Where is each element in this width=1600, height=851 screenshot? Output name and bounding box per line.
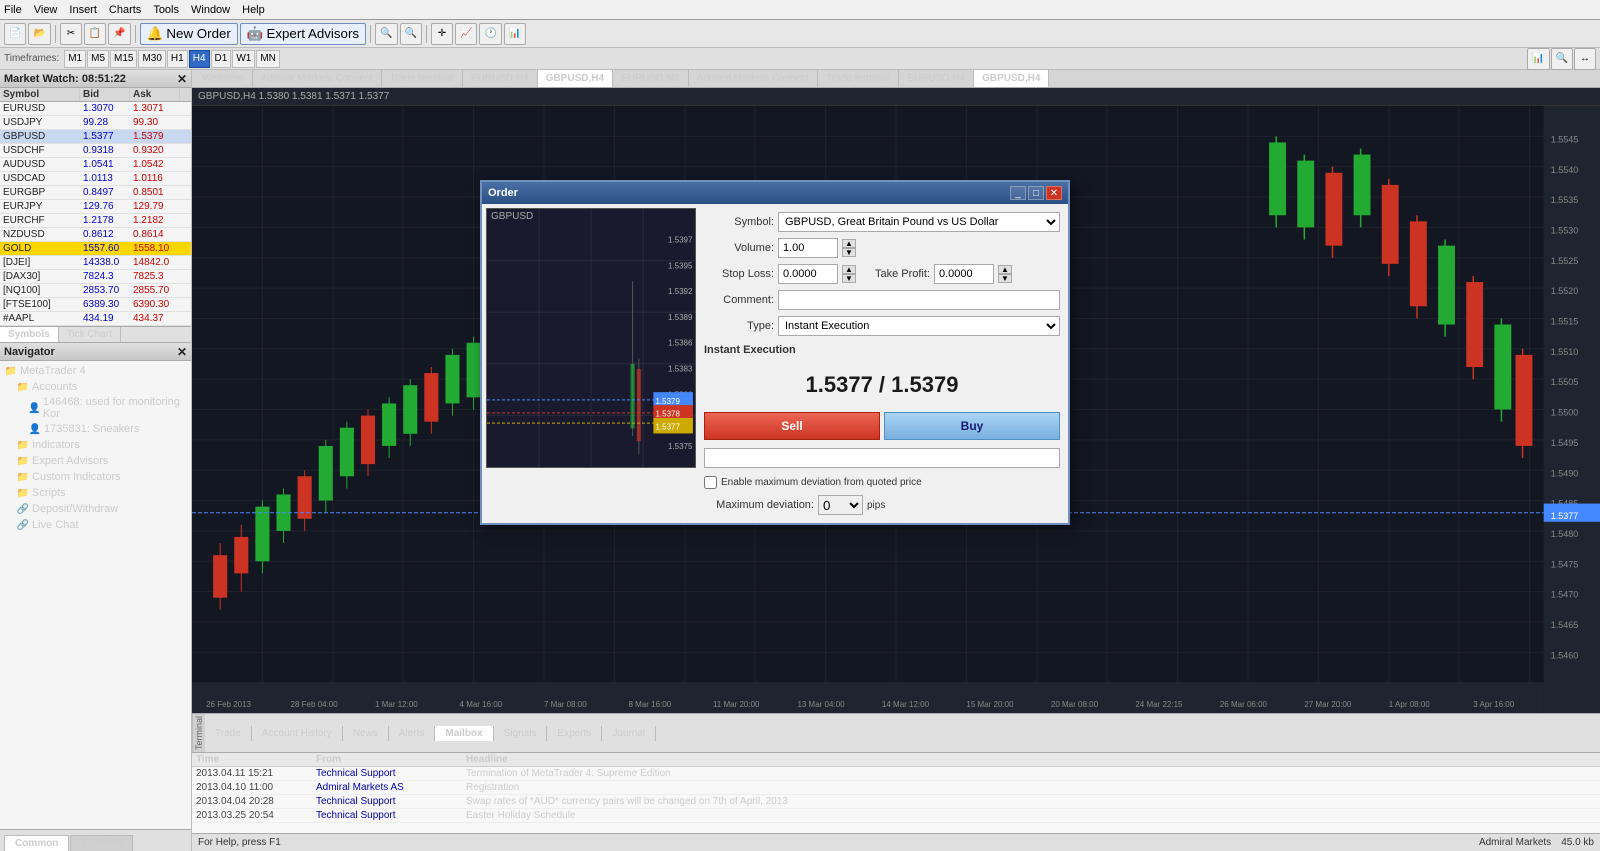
take-profit-label: Take Profit:	[860, 268, 930, 280]
instant-execution-label: Instant Execution	[704, 344, 796, 356]
take-profit-input[interactable]	[934, 264, 994, 284]
stop-loss-input[interactable]	[778, 264, 838, 284]
type-select[interactable]: Instant Execution	[778, 316, 1060, 336]
dialog-body: GBPUSD 1.5397 1.5395 1.5392 1.5389	[482, 204, 1068, 523]
sl-spinner: ▲ ▼	[842, 265, 856, 283]
sl-tp-row: Stop Loss: ▲ ▼ Take Profit: ▲ ▼	[704, 264, 1060, 284]
symbol-label: Symbol:	[704, 216, 774, 228]
buy-button[interactable]: Buy	[884, 412, 1060, 440]
svg-text:1.5386: 1.5386	[668, 339, 693, 348]
dialog-close-button[interactable]: ✕	[1046, 186, 1062, 200]
svg-text:1.5395: 1.5395	[668, 261, 693, 270]
svg-text:1.5389: 1.5389	[668, 313, 693, 322]
symbol-select[interactable]: GBPUSD, Great Britain Pound vs US Dollar	[778, 212, 1060, 232]
instant-execution-section: Instant Execution	[704, 342, 1060, 358]
tp-spinner: ▲ ▼	[998, 265, 1012, 283]
svg-text:1.5397: 1.5397	[668, 236, 693, 245]
comment-input[interactable]	[778, 290, 1060, 310]
sell-button[interactable]: Sell	[704, 412, 880, 440]
dialog-mini-chart: GBPUSD 1.5397 1.5395 1.5392 1.5389	[486, 208, 696, 468]
dialog-minimize-button[interactable]: _	[1010, 186, 1026, 200]
order-dialog: Order _ □ ✕ GBPUSD	[480, 180, 1070, 525]
volume-spinner: ▲ ▼	[842, 239, 856, 257]
order-buttons: Sell Buy	[704, 412, 1060, 440]
deviation-checkbox[interactable]	[704, 476, 717, 489]
dialog-maximize-button[interactable]: □	[1028, 186, 1044, 200]
stop-loss-label: Stop Loss:	[704, 268, 774, 280]
volume-input[interactable]	[778, 238, 838, 258]
tp-up[interactable]: ▲	[998, 265, 1012, 274]
sl-up[interactable]: ▲	[842, 265, 856, 274]
dialog-controls: _ □ ✕	[1010, 186, 1062, 200]
dialog-chart-symbol: GBPUSD	[491, 211, 533, 222]
price-display: 1.5377 / 1.5379	[704, 364, 1060, 406]
comment-label: Comment:	[704, 294, 774, 306]
dialog-title-bar: Order _ □ ✕	[482, 182, 1068, 204]
pips-label: pips	[867, 500, 885, 511]
max-deviation-label: Maximum deviation:	[714, 499, 814, 511]
symbol-row: Symbol: GBPUSD, Great Britain Pound vs U…	[704, 212, 1060, 232]
dialog-chart-svg: 1.5397 1.5395 1.5392 1.5389 1.5386 1.538…	[487, 209, 695, 467]
deviation-label: Enable maximum deviation from quoted pri…	[721, 477, 922, 488]
svg-text:1.5375: 1.5375	[668, 442, 693, 451]
svg-text:1.5392: 1.5392	[668, 287, 693, 296]
tp-down[interactable]: ▼	[998, 274, 1012, 283]
volume-up[interactable]: ▲	[842, 239, 856, 248]
dialog-title: Order	[488, 187, 518, 199]
comment-row: Comment:	[704, 290, 1060, 310]
svg-text:1.5383: 1.5383	[668, 365, 693, 374]
volume-down[interactable]: ▼	[842, 248, 856, 257]
dialog-overlay: Order _ □ ✕ GBPUSD	[0, 0, 1600, 851]
deviation-row: Enable maximum deviation from quoted pri…	[704, 476, 1060, 489]
type-row: Type: Instant Execution	[704, 316, 1060, 336]
dialog-form: Symbol: GBPUSD, Great Britain Pound vs U…	[700, 208, 1064, 519]
type-label: Type:	[704, 320, 774, 332]
volume-label: Volume:	[704, 242, 774, 254]
svg-text:1.5379: 1.5379	[655, 397, 680, 406]
svg-text:1.5377: 1.5377	[655, 423, 680, 432]
svg-text:1.5378: 1.5378	[655, 410, 680, 419]
volume-row: Volume: ▲ ▼	[704, 238, 1060, 258]
max-deviation-select[interactable]: 0	[818, 495, 863, 515]
order-status-field	[704, 448, 1060, 468]
max-deviation-row: Maximum deviation: 0 pips	[704, 495, 1060, 515]
sl-down[interactable]: ▼	[842, 274, 856, 283]
